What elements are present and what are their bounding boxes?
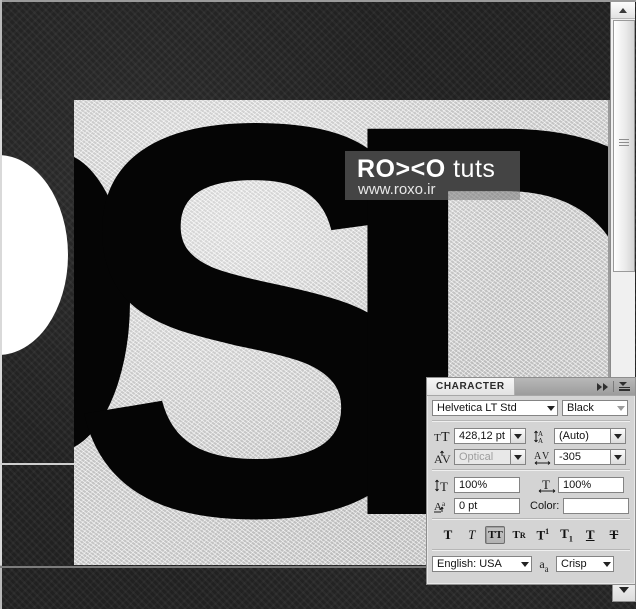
divider bbox=[432, 469, 630, 471]
character-panel[interactable]: CHARACTER Helvetica LT Std Black T T 428… bbox=[426, 377, 636, 585]
double-right-arrow-icon[interactable] bbox=[597, 382, 608, 391]
anti-aliasing-value[interactable]: Crisp bbox=[556, 556, 600, 572]
chevron-down-icon[interactable] bbox=[510, 449, 526, 465]
font-style-value[interactable]: Black bbox=[562, 400, 614, 416]
faux-italic-button[interactable]: T bbox=[462, 526, 482, 544]
svg-text:A: A bbox=[534, 451, 542, 462]
horizontal-scale-input[interactable]: 100% bbox=[558, 477, 624, 493]
language-value[interactable]: English: USA bbox=[432, 556, 518, 572]
chevron-down-icon[interactable] bbox=[510, 428, 526, 444]
small-caps-button[interactable]: TR bbox=[509, 526, 529, 544]
underline-button[interactable]: T bbox=[580, 526, 600, 544]
leading-icon: A A bbox=[532, 427, 554, 445]
kerning-input[interactable]: Optical bbox=[454, 449, 526, 465]
divider bbox=[432, 549, 630, 551]
chevron-down-icon[interactable] bbox=[600, 556, 614, 572]
tracking-input[interactable]: -305 bbox=[554, 449, 626, 465]
svg-text:A: A bbox=[538, 437, 543, 444]
character-panel-body: Helvetica LT Std Black T T 428,12 pt A A… bbox=[427, 396, 635, 574]
kerning-value[interactable]: Optical bbox=[454, 449, 510, 465]
character-panel-header[interactable]: CHARACTER bbox=[427, 378, 635, 396]
watermark-url: www.roxo.ir bbox=[358, 181, 436, 198]
svg-text:T: T bbox=[440, 479, 448, 493]
header-separator bbox=[613, 381, 614, 392]
svg-text:T: T bbox=[542, 478, 550, 492]
language-select[interactable]: English: USA bbox=[432, 556, 532, 572]
baseline-color-row: A a 0 pt Color: bbox=[432, 497, 630, 515]
watermark-logo: RO><O tuts www.roxo.ir bbox=[345, 151, 520, 200]
all-caps-button[interactable]: TT bbox=[485, 526, 506, 544]
svg-text:a: a bbox=[442, 500, 446, 508]
font-family-value[interactable]: Helvetica LT Std bbox=[432, 400, 544, 416]
canvas-left-guide bbox=[0, 99, 2, 565]
subscript-button[interactable]: T1 bbox=[557, 526, 577, 544]
triangle-up-icon bbox=[619, 8, 627, 13]
font-size-input[interactable]: 428,12 pt bbox=[454, 428, 526, 444]
vertical-scale-input[interactable]: 100% bbox=[454, 477, 520, 493]
kerning-tracking-row: A V Optical A V -305 bbox=[432, 448, 630, 466]
chevron-down-icon[interactable] bbox=[610, 449, 626, 465]
font-style-select[interactable]: Black bbox=[562, 400, 628, 416]
scroll-up-button[interactable] bbox=[611, 2, 635, 19]
triangle-down-icon bbox=[619, 587, 629, 593]
photoshop-screenshot: S D RO><O tuts www.roxo.ir CHARACTER Hel… bbox=[0, 0, 636, 609]
type-style-buttons[interactable]: T T TT TR T1 T1 T T bbox=[432, 525, 630, 546]
superscript-button[interactable]: T1 bbox=[533, 526, 553, 544]
watermark-brand-bold: RO><O bbox=[357, 155, 446, 183]
watermark-brand: RO><O tuts bbox=[357, 155, 495, 184]
color-swatch[interactable] bbox=[563, 498, 630, 514]
leading-value[interactable]: (Auto) bbox=[554, 428, 610, 444]
svg-text:T: T bbox=[434, 432, 441, 444]
scrollbar-thumb[interactable] bbox=[613, 20, 635, 272]
scroll-grip-icon bbox=[619, 139, 629, 146]
divider bbox=[432, 518, 630, 520]
panel-header-buttons[interactable] bbox=[597, 378, 633, 395]
anti-alias-icon: aa bbox=[539, 556, 549, 574]
baseline-shift-input[interactable]: 0 pt bbox=[454, 498, 520, 514]
svg-text:V: V bbox=[542, 451, 550, 462]
vertical-scale-icon: T bbox=[432, 476, 454, 494]
svg-text:V: V bbox=[442, 452, 451, 465]
anti-aliasing-select[interactable]: Crisp bbox=[556, 556, 614, 572]
svg-text:A: A bbox=[434, 501, 442, 513]
color-label: Color: bbox=[530, 500, 560, 512]
chevron-down-icon[interactable] bbox=[610, 428, 626, 444]
font-size-icon: T T bbox=[432, 427, 454, 445]
tab-character[interactable]: CHARACTER bbox=[427, 378, 515, 395]
font-family-select[interactable]: Helvetica LT Std bbox=[432, 400, 558, 416]
tracking-icon: A V bbox=[532, 448, 554, 466]
faux-bold-button[interactable]: T bbox=[438, 526, 458, 544]
svg-text:T: T bbox=[441, 430, 450, 444]
leading-input[interactable]: (Auto) bbox=[554, 428, 626, 444]
watermark-brand-light: tuts bbox=[445, 155, 496, 183]
baseline-shift-icon: A a bbox=[432, 497, 454, 515]
font-row: Helvetica LT Std Black bbox=[432, 400, 630, 416]
kerning-icon: A V bbox=[432, 448, 454, 466]
workspace-rule bbox=[0, 463, 74, 465]
horizontal-scale-icon: T bbox=[536, 476, 558, 494]
font-size-value[interactable]: 428,12 pt bbox=[454, 428, 510, 444]
chevron-down-icon[interactable] bbox=[614, 400, 628, 416]
scale-row: T 100% T 100% bbox=[432, 476, 630, 494]
divider bbox=[432, 420, 630, 422]
strikethrough-button[interactable]: T bbox=[604, 526, 624, 544]
language-antialias-row: English: USA aa Crisp bbox=[432, 556, 630, 574]
panel-menu-icon[interactable] bbox=[619, 382, 630, 391]
chevron-down-icon[interactable] bbox=[518, 556, 532, 572]
chevron-down-icon[interactable] bbox=[544, 400, 558, 416]
workspace-top-edge bbox=[0, 0, 636, 2]
size-leading-row: T T 428,12 pt A A (Auto) bbox=[432, 427, 630, 445]
tracking-value[interactable]: -305 bbox=[554, 449, 610, 465]
